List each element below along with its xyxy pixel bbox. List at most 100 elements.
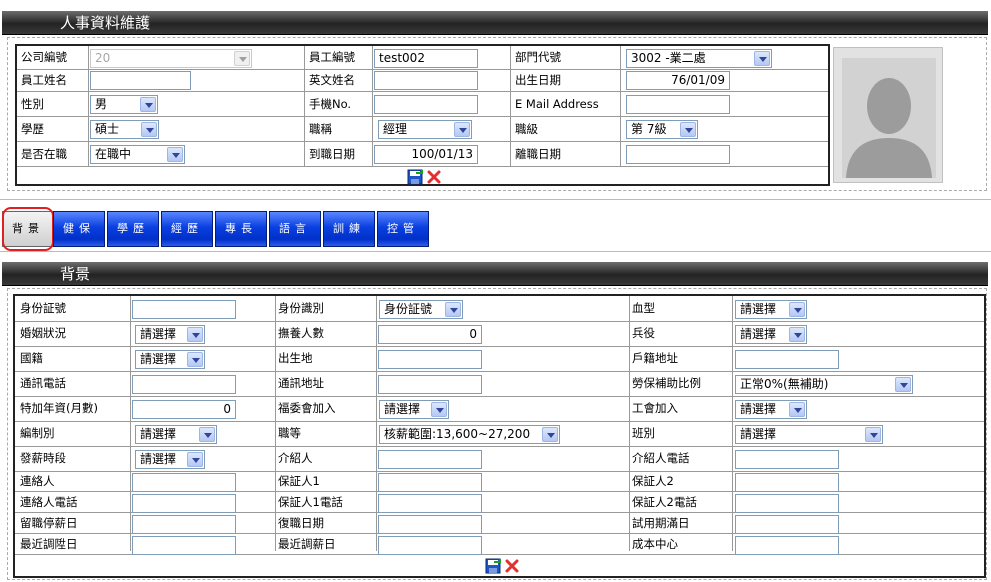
company-no-select[interactable]: 20 <box>90 49 252 68</box>
tab-health-insurance[interactable]: 健保 <box>53 211 105 247</box>
introducer-label: 介紹人 <box>278 451 313 465</box>
dept-label: 部門代號 <box>515 50 561 64</box>
emp-name-input[interactable] <box>90 71 191 90</box>
contact-phone-input[interactable] <box>132 494 236 513</box>
dependents-input[interactable]: 0 <box>378 325 482 344</box>
tab-experience[interactable]: 經歷 <box>161 211 213 247</box>
hire-date-input[interactable]: 100/01/13 <box>374 145 478 164</box>
labor-ratio-select[interactable]: 正常0%(無補助) <box>735 375 913 394</box>
id-type-select[interactable]: 身份証號 <box>379 300 463 319</box>
eng-name-label: 英文姓名 <box>309 73 355 87</box>
contact-input[interactable] <box>132 473 236 492</box>
suspend-date-label: 留職停薪日 <box>20 516 78 530</box>
staffing-select[interactable]: 請選擇 <box>135 425 217 444</box>
id-no-label: 身份証號 <box>20 301 66 315</box>
tab-control[interactable]: 控管 <box>377 211 429 247</box>
employed-select[interactable]: 在職中 <box>90 145 185 164</box>
guarantor2-phone-label: 保証人2電話 <box>632 495 697 509</box>
military-label: 兵役 <box>632 326 655 340</box>
guarantor2-phone-input[interactable] <box>735 494 839 513</box>
tab-training[interactable]: 訓練 <box>323 211 375 247</box>
birth-input[interactable]: 76/01/09 <box>626 71 730 90</box>
grade-select[interactable]: 第 7級 <box>626 120 698 139</box>
comm-addr-input[interactable] <box>378 375 482 394</box>
section-header-background: 背景 <box>2 262 988 286</box>
cost-center-input[interactable] <box>735 536 839 555</box>
education-select[interactable]: 碩士 <box>90 120 159 139</box>
company-no-label: 公司編號 <box>21 50 67 64</box>
birthplace-label: 出生地 <box>278 351 313 365</box>
comm-phone-input[interactable] <box>132 375 236 394</box>
cancel-icon[interactable] <box>427 170 441 184</box>
save-icon[interactable] <box>407 169 423 185</box>
rank-label: 職等 <box>278 426 301 440</box>
marital-select[interactable]: 請選擇 <box>135 325 205 344</box>
nationality-select[interactable]: 請選擇 <box>135 350 205 369</box>
probation-end-input[interactable] <box>735 515 839 534</box>
tab-education[interactable]: 學歷 <box>107 211 159 247</box>
email-input[interactable] <box>626 95 730 114</box>
extra-salary-label: 特加年資(月數) <box>20 401 98 415</box>
dept-select[interactable]: 3002 -業二處 <box>626 49 772 68</box>
leave-date-input[interactable] <box>626 145 730 164</box>
dependents-label: 撫養人數 <box>278 326 324 340</box>
suspend-date-input[interactable] <box>132 515 236 534</box>
shift-select[interactable]: 請選擇 <box>735 425 883 444</box>
cost-center-label: 成本中心 <box>632 537 678 551</box>
save-icon[interactable] <box>485 558 501 574</box>
guarantor1-input[interactable] <box>378 473 482 492</box>
tabs-divider <box>0 251 991 252</box>
introducer-phone-input[interactable] <box>735 450 839 469</box>
pay-period-select[interactable]: 請選擇 <box>135 450 205 469</box>
union-select[interactable]: 請選擇 <box>735 400 807 419</box>
contact-phone-label: 連絡人電話 <box>20 495 78 509</box>
probation-end-label: 試用期滿日 <box>632 516 690 530</box>
birth-label: 出生日期 <box>515 73 561 87</box>
blood-label: 血型 <box>632 301 655 315</box>
union-label: 工會加入 <box>632 401 678 415</box>
grade-label: 職級 <box>515 122 538 136</box>
last-raise-label: 最近調薪日 <box>278 537 336 551</box>
marital-label: 婚姻狀況 <box>20 326 66 340</box>
id-no-input[interactable] <box>132 300 236 319</box>
welfare-select[interactable]: 請選擇 <box>379 400 449 419</box>
blood-select[interactable]: 請選擇 <box>735 300 807 319</box>
top-form-grid: 公司編號 員工編號 部門代號 員工姓名 英文姓名 出生日期 性別 手機No. E… <box>15 44 830 186</box>
hire-date-label: 到職日期 <box>309 147 355 161</box>
guarantor1-phone-input[interactable] <box>378 494 482 513</box>
gender-select[interactable]: 男 <box>90 95 158 114</box>
tab-skills[interactable]: 專長 <box>215 211 267 247</box>
gender-label: 性別 <box>21 97 44 111</box>
rank-select[interactable]: 核薪範圍:13,600~27,200 <box>379 425 560 444</box>
eng-name-input[interactable] <box>374 71 478 90</box>
job-title-label: 職稱 <box>309 122 332 136</box>
email-label: E Mail Address <box>515 97 599 111</box>
pay-period-label: 發薪時段 <box>20 451 66 465</box>
education-label: 學歷 <box>21 122 44 136</box>
guarantor1-phone-label: 保証人1電話 <box>278 495 343 509</box>
military-select[interactable]: 請選擇 <box>735 325 807 344</box>
birthplace-input[interactable] <box>378 350 482 369</box>
last-promo-input[interactable] <box>132 536 236 555</box>
last-raise-input[interactable] <box>378 536 482 555</box>
id-type-label: 身份識別 <box>278 301 324 315</box>
emp-no-label: 員工編號 <box>309 50 355 64</box>
extra-salary-input[interactable]: 0 <box>132 400 236 419</box>
reinstate-date-input[interactable] <box>378 515 482 534</box>
contact-label: 連絡人 <box>20 474 55 488</box>
household-addr-input[interactable] <box>735 350 839 369</box>
emp-no-input[interactable]: test002 <box>374 49 478 68</box>
nationality-label: 國籍 <box>20 351 43 365</box>
staffing-label: 編制別 <box>20 426 55 440</box>
section-title: 背景 <box>60 265 91 283</box>
guarantor2-label: 保証人2 <box>632 474 674 488</box>
cancel-icon[interactable] <box>505 559 519 573</box>
active-tab-highlight <box>2 207 54 251</box>
guarantor2-input[interactable] <box>735 473 839 492</box>
introducer-input[interactable] <box>378 450 482 469</box>
tab-language[interactable]: 語言 <box>269 211 321 247</box>
job-title-select[interactable]: 經理 <box>378 120 472 139</box>
mobile-input[interactable] <box>374 95 478 114</box>
household-addr-label: 戶籍地址 <box>632 351 678 365</box>
leave-date-label: 離職日期 <box>515 147 561 161</box>
